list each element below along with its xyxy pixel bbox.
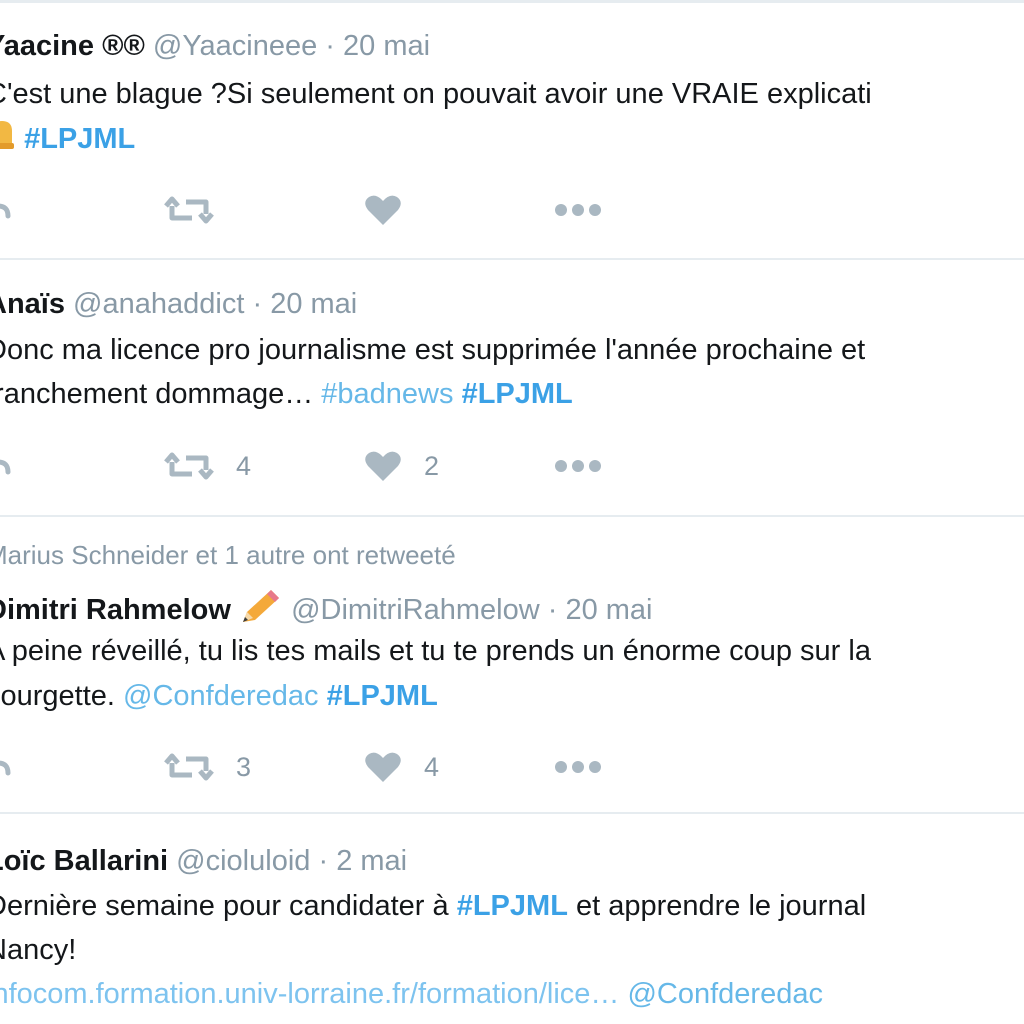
retweet-icon bbox=[164, 753, 214, 781]
mention-link[interactable]: @Confderedac bbox=[627, 978, 823, 1010]
timeline-feed: Yaacine ®® @Yaacineee · 20 mai C'est une… bbox=[0, 0, 1024, 1024]
tweet-text: Dernière semaine pour candidater à #LPJM… bbox=[0, 884, 866, 928]
author-handle[interactable]: @anahaddict bbox=[73, 288, 244, 320]
tweet[interactable]: Loïc Ballarini @cioluloid · 2 mai Derniè… bbox=[0, 814, 1024, 1024]
timestamp[interactable]: 20 mai bbox=[565, 594, 652, 626]
more-icon bbox=[555, 460, 601, 472]
tweet-text: C'est une blague ?Si seulement on pouvai… bbox=[0, 72, 872, 116]
retweet-icon bbox=[164, 196, 214, 224]
reply-icon bbox=[0, 760, 11, 776]
hashtag-link[interactable]: #LPJML bbox=[457, 890, 568, 922]
author-name[interactable]: Yaacine ®® bbox=[0, 30, 145, 62]
like-count: 4 bbox=[424, 751, 440, 782]
tweet-text: infocom.formation.univ-lorraine.fr/forma… bbox=[0, 972, 823, 1016]
author-handle[interactable]: @Yaacineee bbox=[153, 30, 317, 62]
hashtag-link[interactable]: #badnews bbox=[321, 378, 453, 410]
timestamp[interactable]: 20 mai bbox=[270, 288, 357, 320]
retweet-button[interactable]: 3 bbox=[164, 745, 251, 789]
author-name[interactable]: Dimitri Rahmelow bbox=[0, 594, 231, 626]
reply-button[interactable] bbox=[0, 444, 26, 488]
tweet-text-line: et apprendre le journal bbox=[575, 890, 867, 922]
author-name[interactable]: Anaïs bbox=[0, 288, 65, 320]
separator: · bbox=[318, 845, 329, 877]
author-handle[interactable]: @cioluloid bbox=[176, 845, 310, 877]
mention-link[interactable]: @Confderedac bbox=[123, 680, 319, 712]
tweet-actions bbox=[0, 188, 1024, 232]
like-button[interactable] bbox=[364, 188, 424, 232]
face-icon bbox=[0, 117, 16, 164]
tweet-text: A peine réveillé, tu lis tes mails et tu… bbox=[0, 629, 871, 673]
tweet-text-line: franchement dommage… bbox=[0, 378, 314, 410]
tweet-text-line: courgette. bbox=[0, 680, 115, 712]
like-button[interactable]: 2 bbox=[364, 444, 439, 488]
tweet-text-line: A peine réveillé, tu lis tes mails et tu… bbox=[0, 635, 871, 667]
timestamp[interactable]: 20 mai bbox=[343, 30, 430, 62]
tweet-text: Nancy! bbox=[0, 928, 76, 972]
tweet-header: Loïc Ballarini @cioluloid · 2 mai bbox=[0, 841, 407, 881]
more-button[interactable] bbox=[554, 444, 602, 488]
hashtag-link[interactable]: #LPJML bbox=[462, 378, 573, 410]
hashtag-link[interactable]: #LPJML bbox=[24, 123, 135, 155]
retweet-context-text: Marius Schneider et 1 autre ont retweeté bbox=[0, 540, 456, 570]
tweet-text-line: Donc ma licence pro journalisme est supp… bbox=[0, 334, 866, 366]
tweet-text-line: Dernière semaine pour candidater à bbox=[0, 890, 449, 922]
hashtag-link[interactable]: #LPJML bbox=[327, 680, 438, 712]
retweet-icon bbox=[164, 452, 214, 480]
url-link[interactable]: infocom.formation.univ-lorraine.fr/forma… bbox=[0, 978, 619, 1010]
heart-icon bbox=[365, 752, 401, 782]
tweet-text-line: C'est une blague ?Si seulement on pouvai… bbox=[0, 78, 872, 110]
tweet[interactable]: Anaïs @anahaddict · 20 mai Donc ma licen… bbox=[0, 260, 1024, 517]
reply-icon bbox=[0, 203, 11, 219]
tweet-header: Yaacine ®® @Yaacineee · 20 mai bbox=[0, 26, 430, 66]
reply-button[interactable] bbox=[0, 745, 26, 789]
author-name[interactable]: Loïc Ballarini bbox=[0, 845, 168, 877]
heart-icon bbox=[365, 451, 401, 481]
tweet-header: Anaïs @anahaddict · 20 mai bbox=[0, 284, 357, 324]
retweet-count: 3 bbox=[236, 751, 252, 782]
more-button[interactable] bbox=[554, 745, 602, 789]
retweet-count: 4 bbox=[236, 450, 252, 481]
more-icon bbox=[555, 761, 601, 773]
separator: · bbox=[325, 30, 335, 62]
tweet-header: Dimitri Rahmelow @DimitriRahmelow · 20 m… bbox=[0, 586, 653, 626]
author-handle[interactable]: @DimitriRahmelow bbox=[291, 594, 540, 626]
tweet[interactable]: Yaacine ®® @Yaacineee · 20 mai C'est une… bbox=[0, 0, 1024, 260]
like-count: 2 bbox=[424, 450, 440, 481]
tweet-text: #LPJML bbox=[0, 117, 135, 164]
reply-button[interactable] bbox=[0, 188, 26, 232]
separator: · bbox=[547, 594, 558, 627]
tweet-text-line: Nancy! bbox=[0, 934, 77, 966]
tweet[interactable]: Marius Schneider et 1 autre ont retweeté… bbox=[0, 517, 1024, 814]
heart-icon bbox=[365, 195, 401, 225]
timestamp[interactable]: 2 mai bbox=[336, 845, 407, 877]
separator: · bbox=[252, 288, 263, 320]
retweet-context: Marius Schneider et 1 autre ont retweeté bbox=[0, 537, 456, 573]
retweet-button[interactable]: 4 bbox=[164, 444, 251, 488]
tweet-text: franchement dommage… #badnews #LPJML bbox=[0, 372, 573, 416]
more-button[interactable] bbox=[554, 188, 602, 232]
more-icon bbox=[555, 204, 601, 216]
tweet-actions: 4 2 bbox=[0, 444, 1024, 488]
tweet-actions: 3 4 bbox=[0, 745, 1024, 789]
like-button[interactable]: 4 bbox=[364, 745, 439, 789]
reply-icon bbox=[0, 459, 11, 475]
retweet-button[interactable] bbox=[164, 188, 236, 232]
tweet-text: Donc ma licence pro journalisme est supp… bbox=[0, 328, 865, 372]
tweet-text: courgette. @Confderedac #LPJML bbox=[0, 674, 438, 718]
